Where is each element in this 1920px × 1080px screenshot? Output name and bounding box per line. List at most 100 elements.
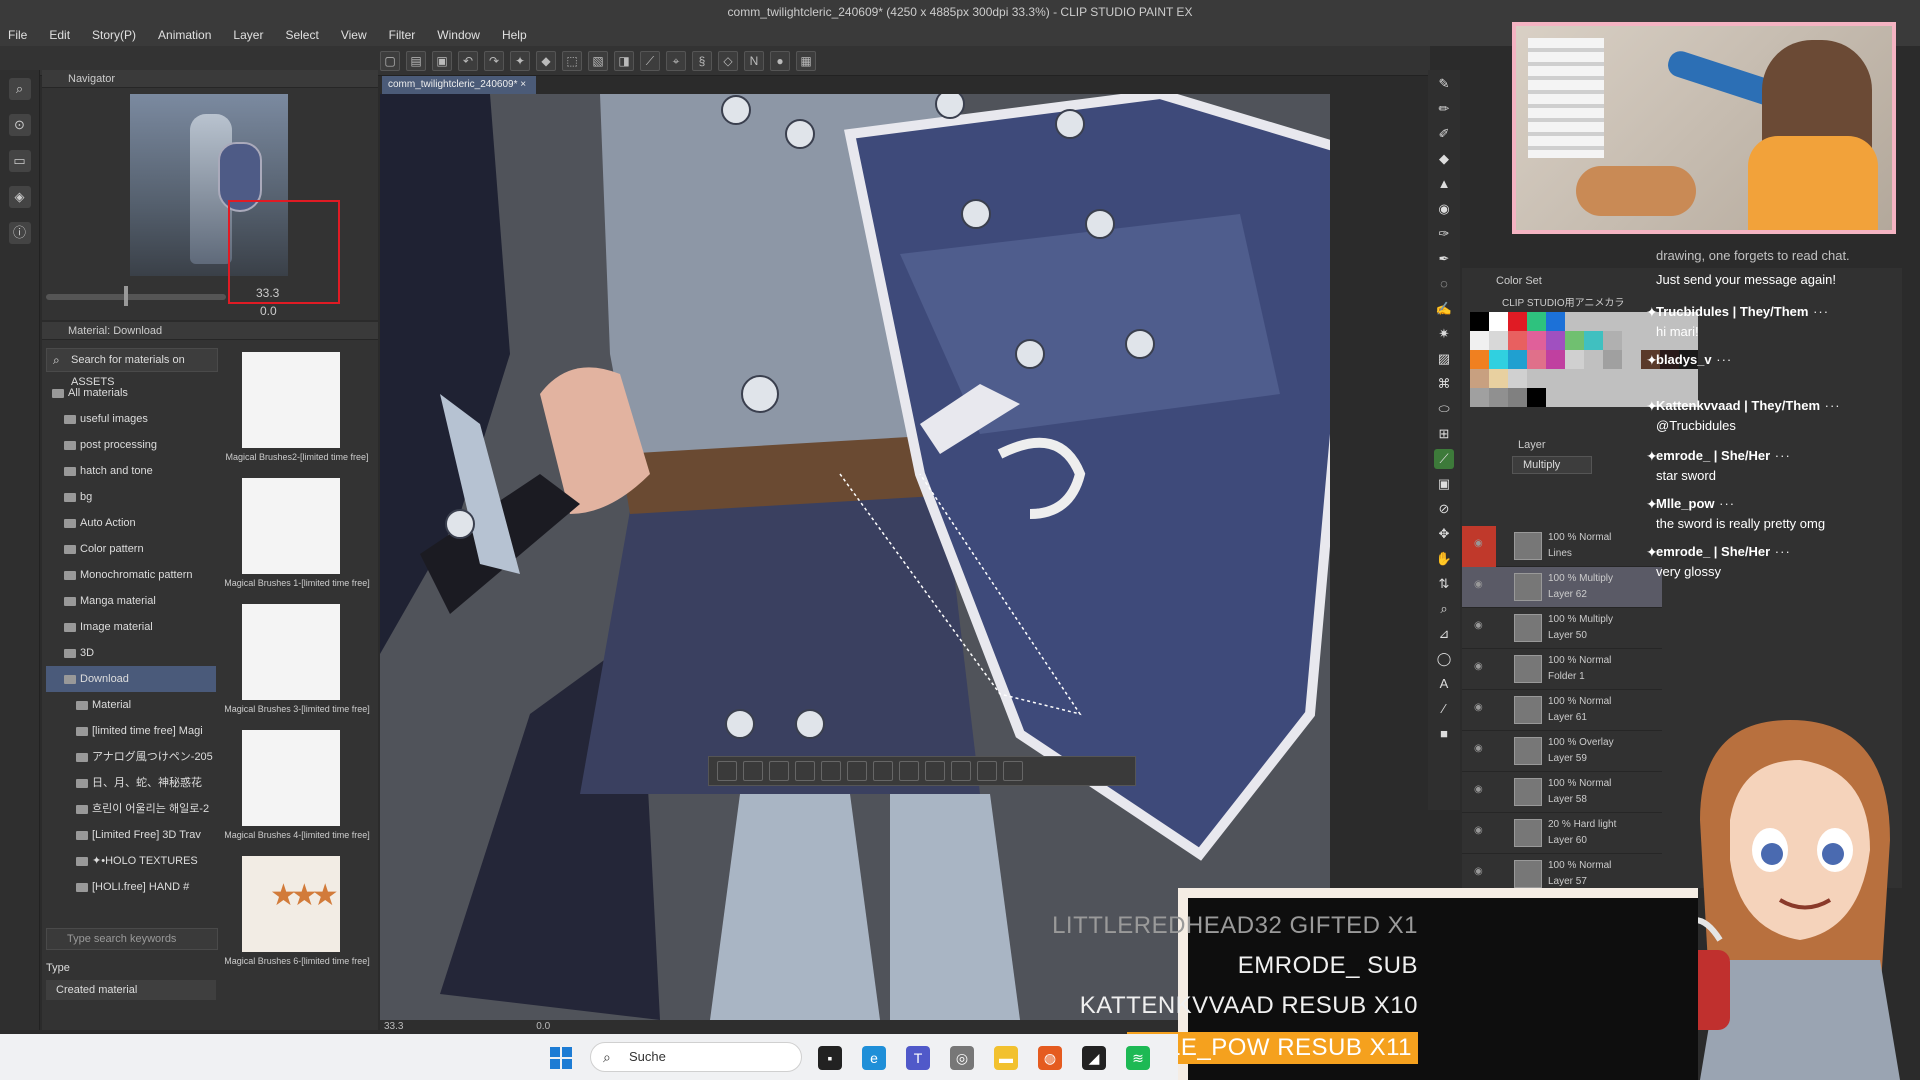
ruler-tool-icon[interactable]: ⟋ xyxy=(1434,449,1454,469)
transform-icon[interactable]: ⬚ xyxy=(562,50,582,71)
expand-button[interactable] xyxy=(795,761,815,781)
eye-icon[interactable]: ◉ xyxy=(1474,866,1488,877)
color-swatch[interactable] xyxy=(1584,369,1603,388)
layer-property-icon[interactable]: ◈ xyxy=(8,186,31,208)
marker-icon[interactable]: ✍ xyxy=(1434,299,1454,319)
new-layer-button[interactable] xyxy=(951,761,971,781)
color-swatch[interactable] xyxy=(1508,350,1527,369)
tree-item[interactable]: Download xyxy=(46,666,216,692)
color-swatch[interactable] xyxy=(1508,388,1527,407)
color-swatch[interactable] xyxy=(1622,388,1641,407)
zoom-slider[interactable] xyxy=(46,294,226,300)
info-icon[interactable]: ⓘ xyxy=(8,222,31,244)
color-swatch[interactable] xyxy=(1527,331,1546,350)
menu-item-window[interactable]: Window xyxy=(437,28,480,42)
menu-item-filter[interactable]: Filter xyxy=(389,28,416,42)
zoom-slider-knob[interactable] xyxy=(124,286,128,306)
eye-icon[interactable]: ◉ xyxy=(1474,538,1488,549)
stabilizer-icon[interactable]: § xyxy=(692,50,712,71)
color-swatch[interactable] xyxy=(1603,312,1622,331)
color-swatch[interactable] xyxy=(1622,331,1641,350)
tree-item[interactable]: All materials xyxy=(46,380,216,406)
material-thumbnail[interactable]: Magical Brushes2-[limited time free] xyxy=(224,346,370,472)
undo-icon[interactable]: ↶ xyxy=(458,50,478,71)
color-swatch[interactable] xyxy=(1565,350,1584,369)
color-swatch[interactable] xyxy=(1546,331,1565,350)
fill-icon[interactable]: ◆ xyxy=(536,50,556,71)
eye-icon[interactable]: ◉ xyxy=(1474,784,1488,795)
figure-icon[interactable]: ⌘ xyxy=(1434,374,1454,394)
more-icon[interactable]: ··· xyxy=(1820,398,1841,413)
sparkle-icon[interactable]: ✷ xyxy=(1434,324,1454,344)
eye-icon[interactable]: ◉ xyxy=(1474,579,1488,590)
material-thumbnail[interactable]: Magical Brushes 3-[limited time free] xyxy=(224,598,370,724)
eye-icon[interactable]: ◉ xyxy=(1474,825,1488,836)
color-swatch[interactable] xyxy=(1508,331,1527,350)
spotify-icon[interactable]: ≋ xyxy=(1126,1046,1150,1070)
color-swatch[interactable] xyxy=(1489,388,1508,407)
balloon-icon[interactable]: ◯ xyxy=(1434,649,1454,669)
deselect-button[interactable] xyxy=(717,761,737,781)
material-thumbnail[interactable]: Magical Brushes 1-[limited time free] xyxy=(224,472,370,598)
tree-item[interactable]: Image material xyxy=(46,614,216,640)
color-swatch[interactable] xyxy=(1470,312,1489,331)
deselect-icon[interactable]: ▧ xyxy=(588,50,608,71)
search-layer-icon[interactable]: ⊙ xyxy=(8,114,31,136)
blend-icon[interactable]: ▲ xyxy=(1434,174,1454,194)
bucket-icon[interactable]: ⬭ xyxy=(1434,399,1454,419)
layer-row[interactable]: ◉ 100 % Normal Folder 1 xyxy=(1462,649,1662,690)
eye-icon[interactable]: ◉ xyxy=(1474,661,1488,672)
color-swatch[interactable] xyxy=(1565,331,1584,350)
select-all-button[interactable] xyxy=(743,761,763,781)
color-swatch[interactable] xyxy=(1546,312,1565,331)
tree-item[interactable]: 3D xyxy=(46,640,216,666)
color-swatch[interactable] xyxy=(1565,312,1584,331)
clear-outside-button[interactable] xyxy=(873,761,893,781)
text-icon[interactable]: A xyxy=(1434,674,1454,694)
correct-line-icon[interactable]: ∕ xyxy=(1434,699,1454,719)
select-pen-icon[interactable]: ⊿ xyxy=(1434,624,1454,644)
color-icon[interactable]: ● xyxy=(770,50,790,71)
eraser-icon[interactable]: ◇ xyxy=(718,50,738,71)
color-swatch[interactable] xyxy=(1489,350,1508,369)
search-assets-button[interactable]: ⌕ Search for materials on ASSETS xyxy=(46,348,218,388)
font-icon[interactable]: N xyxy=(744,50,764,71)
more-icon[interactable]: ··· xyxy=(1715,496,1736,511)
color-swatch[interactable] xyxy=(1508,312,1527,331)
color-swatch[interactable] xyxy=(1527,312,1546,331)
clear-icon[interactable]: ✦ xyxy=(510,50,530,71)
color-swatch[interactable] xyxy=(1527,369,1546,388)
eye-icon[interactable]: ◉ xyxy=(1474,702,1488,713)
layer-row[interactable]: ◉ 100 % Multiply Layer 62 xyxy=(1462,567,1662,608)
hand-icon[interactable]: ✋ xyxy=(1434,549,1454,569)
eyedropper-icon[interactable]: ⊘ xyxy=(1434,499,1454,519)
color-swatch[interactable] xyxy=(1584,388,1603,407)
object-icon[interactable]: ▣ xyxy=(1434,474,1454,494)
blend-mode-select[interactable]: Multiply xyxy=(1512,456,1592,474)
color-set-name[interactable]: CLIP STUDIO用アニメカラー xyxy=(1462,294,1632,324)
layer-row[interactable]: ◉ 100 % Multiply Layer 50 xyxy=(1462,608,1662,649)
gradient-icon[interactable]: ▨ xyxy=(1434,349,1454,369)
color-swatch[interactable] xyxy=(1527,350,1546,369)
zoom-tool-icon[interactable]: ⌕ xyxy=(8,78,31,100)
document-tab[interactable]: comm_twilightcleric_240609* × xyxy=(382,76,536,94)
color-swatch[interactable] xyxy=(1546,388,1565,407)
fill-tool-icon[interactable]: ◉ xyxy=(1434,199,1454,219)
color-swatch[interactable] xyxy=(1470,350,1489,369)
clip-studio-icon[interactable]: ◢ xyxy=(1082,1046,1106,1070)
firefox-icon[interactable]: ◍ xyxy=(1038,1046,1062,1070)
brush-icon[interactable]: ✐ xyxy=(1434,124,1454,144)
menu-item-layer[interactable]: Layer xyxy=(233,28,263,42)
redo-icon[interactable]: ↷ xyxy=(484,50,504,71)
eye-icon[interactable]: ◉ xyxy=(1474,620,1488,631)
color-swatch[interactable] xyxy=(1470,331,1489,350)
color-swatch[interactable] xyxy=(1622,312,1641,331)
color-swatch[interactable] xyxy=(1527,388,1546,407)
color-swatch[interactable] xyxy=(1489,312,1508,331)
explorer-icon[interactable]: ▬ xyxy=(994,1046,1018,1070)
material-thumbnail[interactable]: ★★★ Magical Brushes 6-[limited time free] xyxy=(224,850,370,976)
mask-button[interactable] xyxy=(977,761,997,781)
tree-item[interactable]: useful images xyxy=(46,406,216,432)
tree-item[interactable]: Manga material xyxy=(46,588,216,614)
tree-item[interactable]: post processing xyxy=(46,432,216,458)
